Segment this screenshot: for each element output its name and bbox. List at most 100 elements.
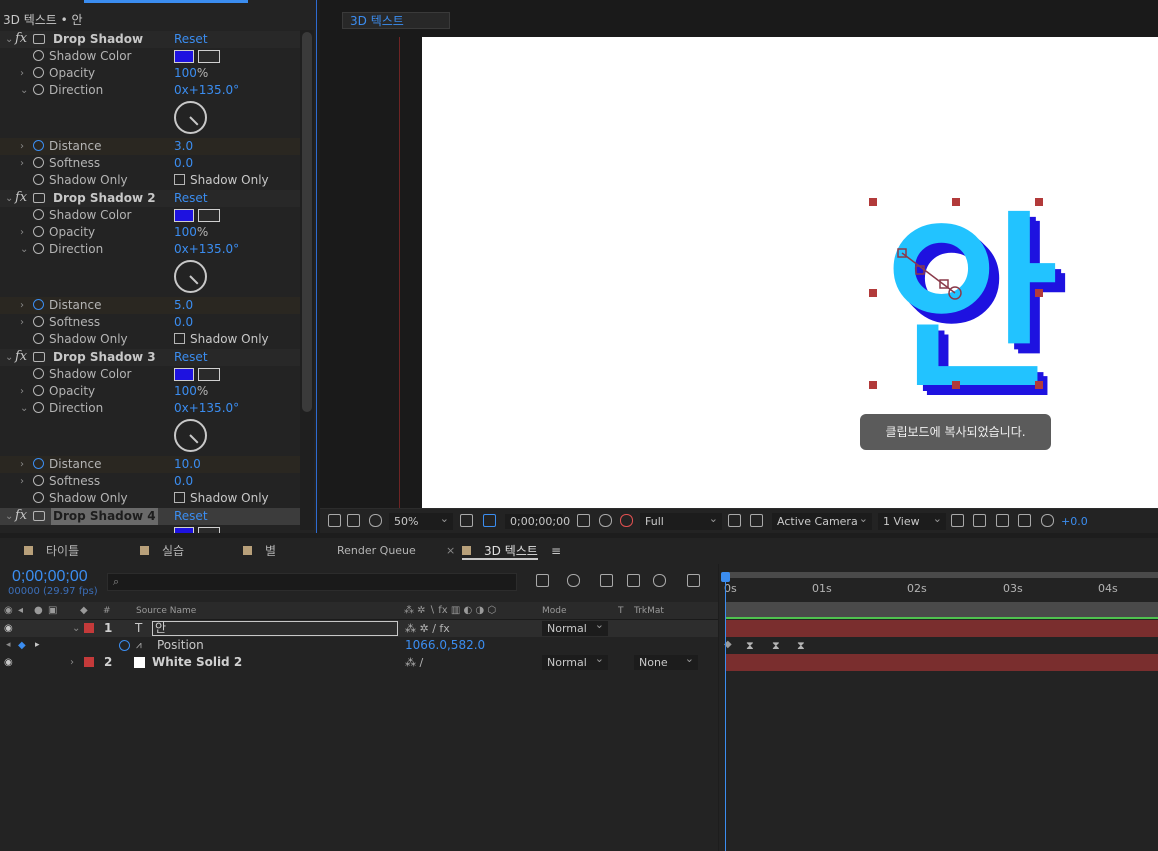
effect-drop-shadow-3[interactable]: ⌄ fx Drop Shadow 3 Reset (0, 349, 300, 366)
glyph-main[interactable]: 안 (884, 195, 1059, 416)
chevron-right-icon[interactable]: › (20, 473, 24, 490)
chevron-down-icon[interactable]: ⌄ (72, 620, 80, 637)
tab-practice-comp[interactable]: 실습 (140, 542, 184, 560)
position-value[interactable]: 1066.0,582.0 (405, 637, 485, 654)
fx-icon[interactable]: fx (15, 189, 27, 206)
chevron-right-icon[interactable]: › (20, 314, 24, 331)
shadow-only-checkbox[interactable]: Shadow Only (174, 172, 269, 189)
stopwatch-icon[interactable] (33, 50, 44, 61)
opacity-value[interactable]: 100% (174, 383, 208, 400)
tab-menu-icon[interactable]: ≡ (551, 542, 561, 560)
layer-label-color[interactable] (84, 657, 94, 667)
keyframe-hold-icon[interactable]: ⧗ (746, 639, 754, 653)
scrollbar-thumb[interactable] (302, 32, 312, 412)
exposure-value[interactable]: +0.0 (1061, 514, 1088, 529)
direction-dial[interactable] (174, 260, 207, 293)
comp-flowchart-icon[interactable] (536, 574, 549, 587)
position-property-row[interactable]: ◂ ◆ ▸ ⩘ Position 1066.0,582.0 (0, 637, 718, 654)
mask-icon[interactable] (369, 514, 382, 527)
fx-icon[interactable]: fx (15, 507, 27, 524)
motion-blur-icon[interactable] (653, 574, 666, 587)
camera-dropdown[interactable]: Active Camera (772, 510, 872, 530)
checkbox[interactable] (174, 333, 185, 344)
tab-title-comp[interactable]: 타이틀 (24, 542, 79, 560)
prev-keyframe-icon[interactable]: ◂ (6, 637, 11, 654)
layer-name[interactable]: White Solid 2 (152, 654, 242, 671)
reset-button[interactable]: Reset (174, 349, 208, 366)
blend-mode-dropdown[interactable]: Normal (542, 651, 608, 670)
layer-switches[interactable]: ⁂ ✲ ∕ fx (405, 620, 450, 637)
monitor-icon[interactable] (347, 514, 360, 527)
chevron-down-icon[interactable]: ⌄ (20, 400, 28, 417)
opacity-value[interactable]: 100% (174, 65, 208, 82)
effect-drop-shadow-4[interactable]: ⌄ fx Drop Shadow 4 Reset (0, 508, 300, 525)
stopwatch-icon[interactable] (33, 67, 44, 78)
stopwatch-icon[interactable] (33, 316, 44, 327)
visibility-eye-icon[interactable]: ◉ (4, 654, 13, 671)
fx-icon[interactable]: fx (15, 30, 27, 47)
chevron-right-icon[interactable]: › (20, 138, 24, 155)
color-swatch[interactable] (174, 50, 194, 63)
chevron-down-icon[interactable]: ⌄ (5, 190, 13, 207)
color-channels-icon[interactable] (620, 514, 633, 527)
fast-preview-icon[interactable] (973, 514, 986, 527)
tab-star-comp[interactable]: 별 (243, 542, 276, 560)
tab-3d-text-comp[interactable]: 3D 텍스트 (462, 542, 538, 560)
chevron-down-icon[interactable]: ⌄ (5, 31, 13, 48)
opacity-number[interactable]: 100 (174, 225, 197, 239)
stopwatch-icon[interactable] (33, 84, 44, 95)
stopwatch-icon[interactable] (33, 243, 44, 254)
time-ruler[interactable]: 0s 01s 02s 03s 04s (719, 572, 1158, 600)
stopwatch-icon[interactable] (33, 226, 44, 237)
flowchart-icon[interactable] (1018, 514, 1031, 527)
chevron-right-icon[interactable]: › (20, 155, 24, 172)
softness-value[interactable]: 0.0 (174, 155, 193, 172)
chevron-down-icon[interactable]: ⌄ (5, 349, 13, 366)
playhead[interactable] (725, 574, 726, 851)
chevron-down-icon[interactable]: ⌄ (20, 241, 28, 258)
reset-exposure-icon[interactable] (1041, 514, 1054, 527)
shadow-only-checkbox[interactable]: Shadow Only (174, 331, 269, 348)
chevron-right-icon[interactable]: › (70, 654, 74, 671)
stopwatch-icon[interactable] (33, 157, 44, 168)
stopwatch-icon[interactable] (33, 475, 44, 486)
toggle-pixel-icon[interactable] (951, 514, 964, 527)
layer-switches[interactable]: ⁂ ∕ (405, 654, 423, 671)
handle-top-right[interactable] (1035, 198, 1043, 206)
distance-value[interactable]: 3.0 (174, 138, 193, 155)
tab-render-queue[interactable]: Render Queue (337, 542, 416, 560)
audio-icon[interactable]: ◂ (18, 604, 23, 618)
timeline-link-icon[interactable] (996, 514, 1009, 527)
lock-icon[interactable]: ▣ (48, 604, 57, 618)
chevron-right-icon[interactable]: › (20, 383, 24, 400)
label-tag-icon[interactable]: ◆ (80, 604, 88, 618)
color-swatch[interactable] (174, 368, 194, 381)
opacity-value[interactable]: 100% (174, 224, 208, 241)
stopwatch-icon[interactable] (119, 640, 130, 651)
eyedropper-icon[interactable] (198, 368, 220, 381)
layer-bar-2[interactable] (726, 654, 1158, 671)
color-swatch[interactable] (174, 527, 194, 533)
reset-button[interactable]: Reset (174, 508, 208, 525)
layer-label-color[interactable] (84, 623, 94, 633)
stopwatch-icon[interactable] (33, 299, 44, 310)
grid-icon[interactable] (460, 514, 473, 527)
reset-button[interactable]: Reset (174, 190, 208, 207)
checkbox[interactable] (174, 174, 185, 185)
direction-value[interactable]: 0x+135.0° (174, 82, 239, 99)
distance-value[interactable]: 10.0 (174, 456, 201, 473)
views-dropdown[interactable]: 1 View (878, 510, 946, 530)
playhead-handle[interactable] (721, 572, 730, 582)
stopwatch-icon[interactable] (33, 174, 44, 185)
keyframe-hold-icon[interactable]: ⧗ (797, 639, 805, 653)
opacity-number[interactable]: 100 (174, 384, 197, 398)
softness-value[interactable]: 0.0 (174, 473, 193, 490)
source-name-header[interactable]: Source Name (136, 604, 196, 618)
chevron-right-icon[interactable]: › (20, 224, 24, 241)
trkmat-header[interactable]: TrkMat (634, 604, 664, 618)
stopwatch-icon[interactable] (33, 385, 44, 396)
graph-editor-icon[interactable] (687, 574, 700, 587)
camera-icon[interactable] (577, 514, 590, 527)
mode-header[interactable]: Mode (542, 604, 567, 618)
keyframe-icon[interactable]: ◆ (18, 637, 26, 654)
